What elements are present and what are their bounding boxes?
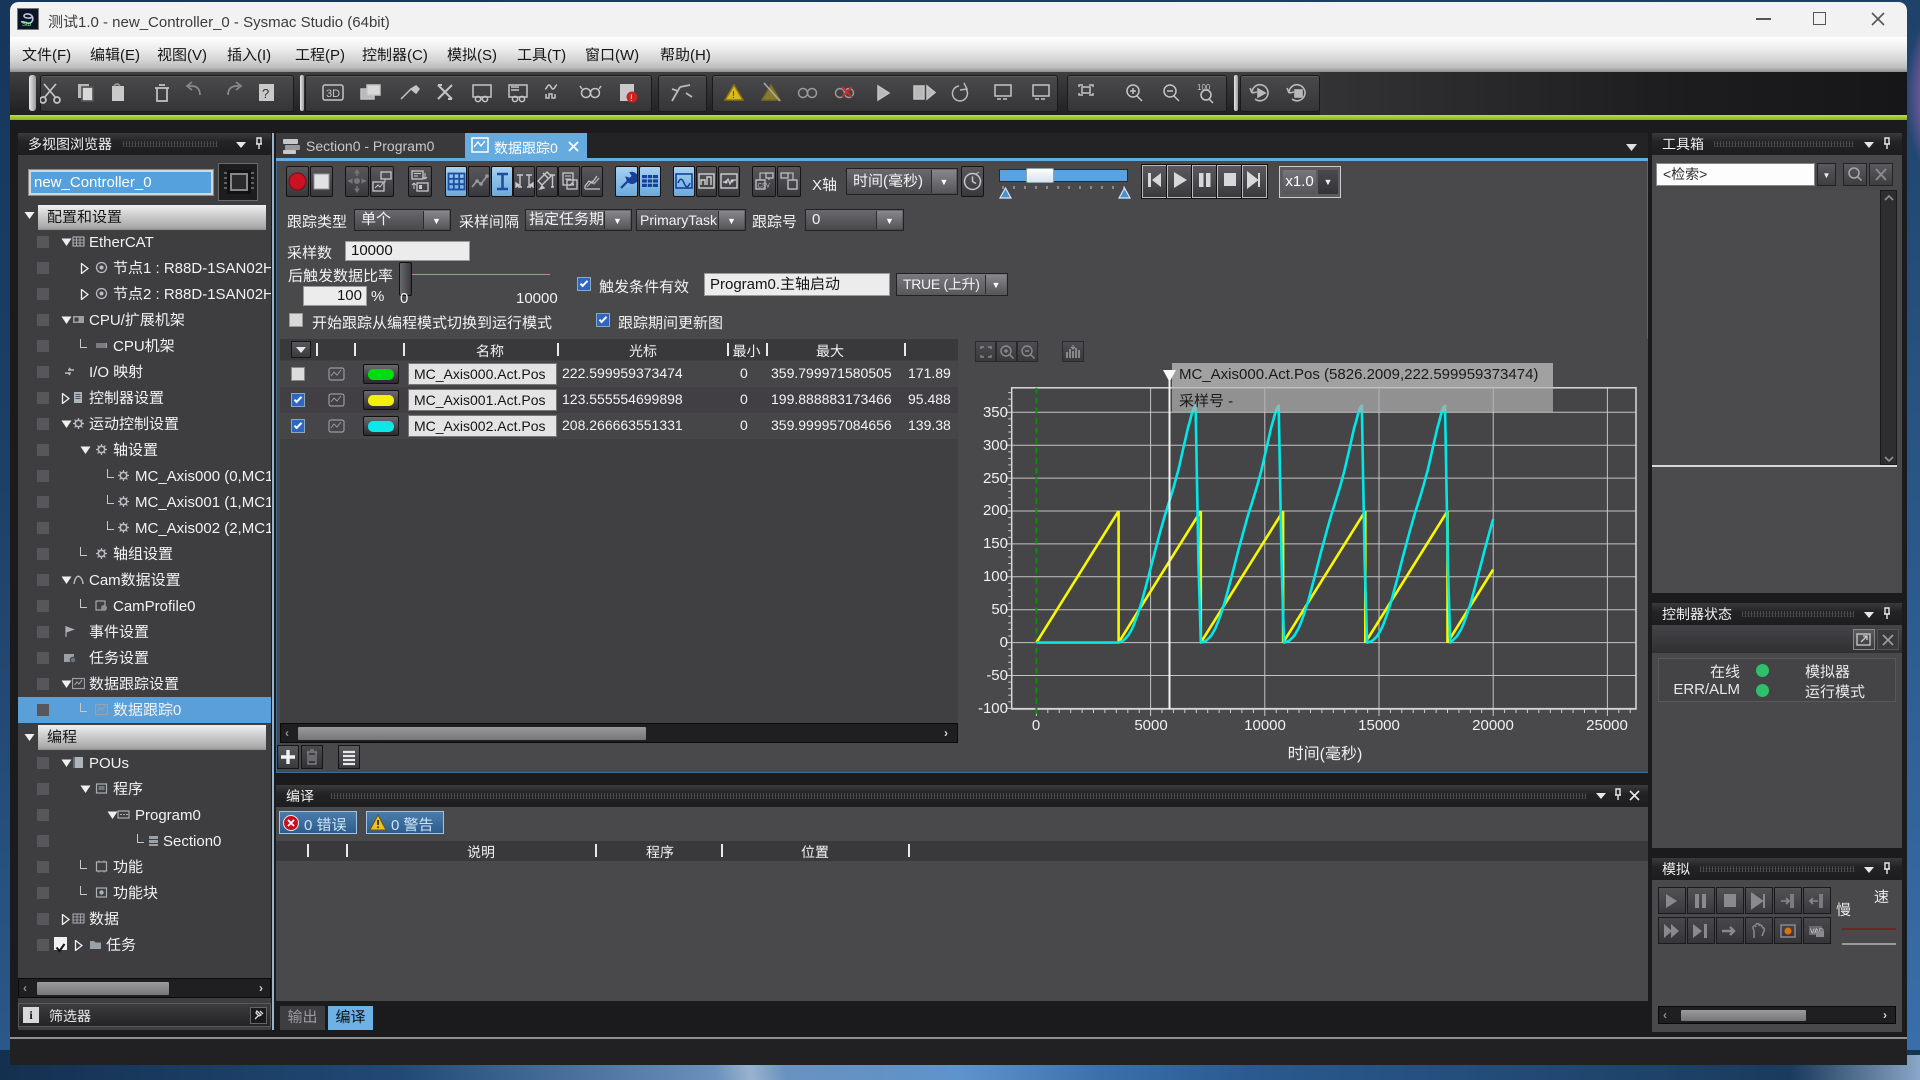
svg-text:3D: 3D — [326, 88, 340, 100]
svg-text:Stu: Stu — [22, 22, 31, 28]
svg-text:?: ? — [262, 86, 269, 101]
svg-text:!: ! — [630, 93, 633, 103]
svg-text:CSV: CSV — [758, 184, 770, 190]
svg-text:!: ! — [732, 90, 735, 101]
